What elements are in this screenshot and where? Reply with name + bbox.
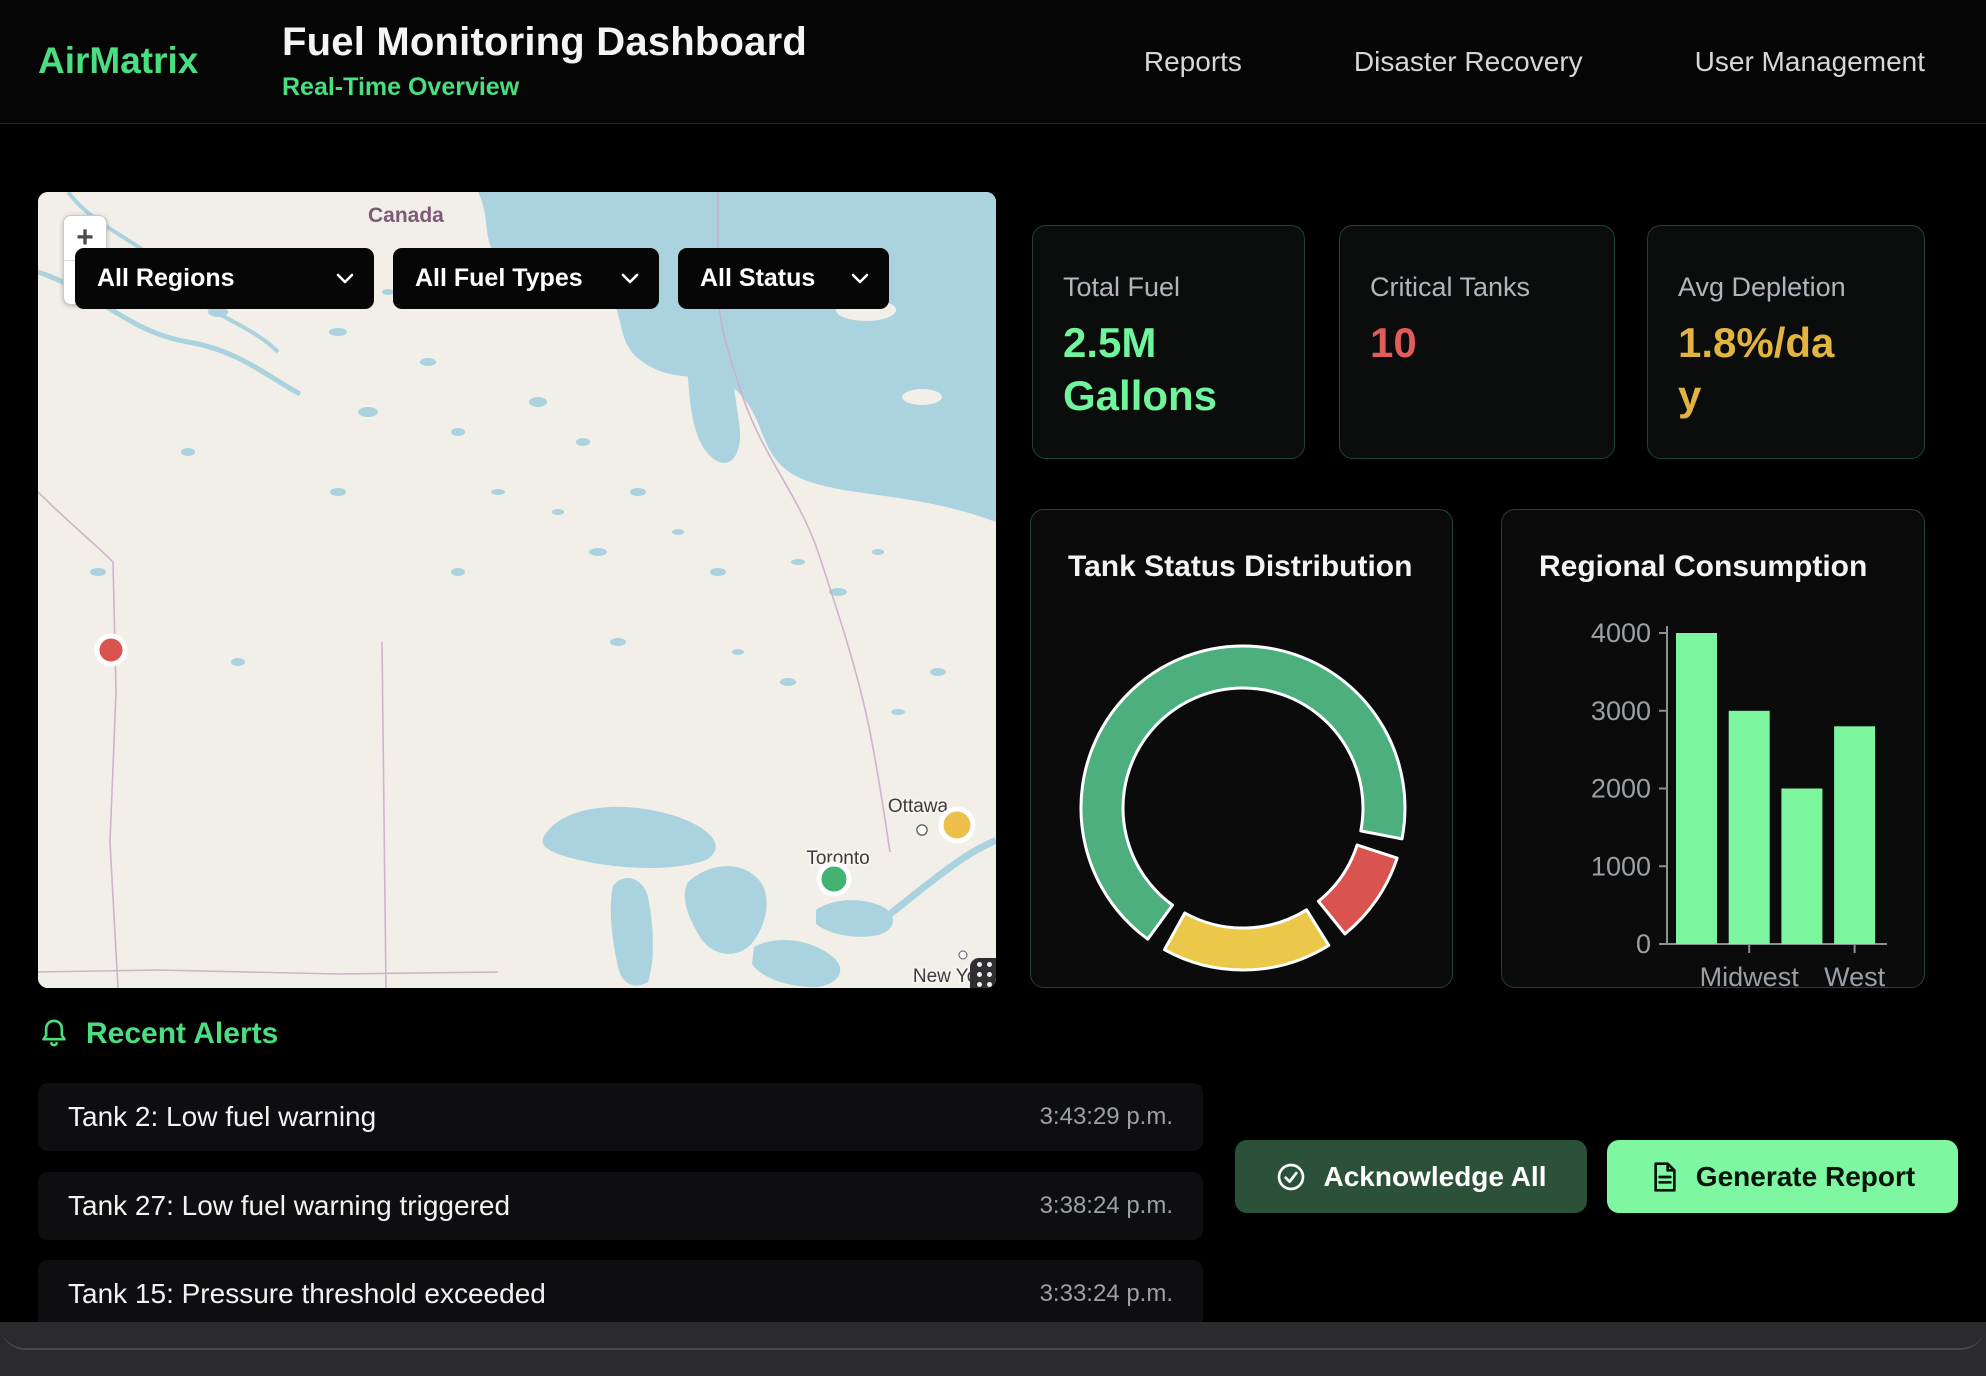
map-canvas[interactable]: Canada Ottawa Toronto New York <box>38 192 996 988</box>
map-attribution-button[interactable] <box>970 958 996 988</box>
acknowledge-all-label: Acknowledge All <box>1323 1161 1546 1193</box>
stat-label: Critical Tanks <box>1370 272 1586 303</box>
region-filter-value: All Regions <box>97 264 235 293</box>
document-icon <box>1650 1161 1680 1193</box>
status-filter-value: All Status <box>700 264 815 293</box>
app-window: AirMatrix Fuel Monitoring Dashboard Real… <box>0 0 1986 1350</box>
window-bottom-strip <box>0 1322 1986 1348</box>
region-filter-dropdown[interactable]: All Regions <box>75 248 374 309</box>
stat-value: 10 <box>1370 317 1540 370</box>
alert-actions: Acknowledge All Generate Report <box>1235 1140 1958 1213</box>
regional-consumption-bar-chart: 0 1000 2000 3000 4000 Midwest West <box>1502 510 1925 988</box>
alert-timestamp: 3:33:24 p.m. <box>1040 1280 1173 1308</box>
alert-text: Tank 27: Low fuel warning triggered <box>68 1190 510 1222</box>
brand-logo: AirMatrix <box>38 40 198 82</box>
map-town-dot <box>960 952 967 959</box>
acknowledge-all-button[interactable]: Acknowledge All <box>1235 1140 1587 1213</box>
map-marker-critical[interactable] <box>97 636 125 664</box>
page-title: Fuel Monitoring Dashboard <box>282 20 807 65</box>
bar-west <box>1834 726 1875 944</box>
alert-timestamp: 3:38:24 p.m. <box>1040 1192 1173 1220</box>
map-label-ottawa: Ottawa <box>888 796 949 817</box>
y-tick-label: 2000 <box>1591 774 1651 804</box>
generate-report-button[interactable]: Generate Report <box>1607 1140 1958 1213</box>
stat-value: 2.5M Gallons <box>1063 317 1233 422</box>
map-marker-warning[interactable] <box>941 809 973 841</box>
chevron-down-icon <box>336 273 354 284</box>
generate-report-label: Generate Report <box>1696 1161 1915 1193</box>
header: AirMatrix Fuel Monitoring Dashboard Real… <box>0 0 1986 124</box>
stat-value: 1.8%/day <box>1678 317 1848 422</box>
recent-alerts-title: Recent Alerts <box>86 1017 278 1051</box>
y-tick-label: 3000 <box>1591 696 1651 726</box>
stat-card-critical-tanks: Critical Tanks 10 <box>1339 225 1615 459</box>
x-tick-label: Midwest <box>1700 962 1800 988</box>
map-filters: All Regions All Fuel Types All Status <box>75 248 889 309</box>
chevron-down-icon <box>621 273 639 284</box>
screen: AirMatrix Fuel Monitoring Dashboard Real… <box>0 0 1986 1376</box>
page-subtitle: Real-Time Overview <box>282 73 807 102</box>
alert-text: Tank 2: Low fuel warning <box>68 1101 376 1133</box>
bar-south <box>1781 789 1822 945</box>
stat-card-avg-depletion: Avg Depletion 1.8%/day <box>1647 225 1925 459</box>
stat-label: Avg Depletion <box>1678 272 1896 303</box>
bar-chart-card: Regional Consumption 01000200030004000Mi… <box>1501 509 1925 988</box>
alert-row: Tank 27: Low fuel warning triggered 3:38… <box>38 1172 1203 1240</box>
map-marker-normal[interactable] <box>819 864 849 894</box>
stat-card-total-fuel: Total Fuel 2.5M Gallons <box>1032 225 1305 459</box>
donut-segment-critical <box>1319 845 1398 934</box>
alert-timestamp: 3:43:29 p.m. <box>1040 1103 1173 1131</box>
nav-item-reports[interactable]: Reports <box>1144 46 1242 78</box>
check-circle-icon <box>1275 1161 1307 1193</box>
bar-northeast <box>1676 633 1717 944</box>
donut-segment-warning <box>1165 910 1329 970</box>
title-block: Fuel Monitoring Dashboard Real-Time Over… <box>282 20 807 102</box>
fuel-type-filter-value: All Fuel Types <box>415 264 583 293</box>
nav-item-user-management[interactable]: User Management <box>1695 46 1925 78</box>
bell-icon <box>38 1017 70 1051</box>
alert-text: Tank 15: Pressure threshold exceeded <box>68 1278 546 1310</box>
x-tick-label: West <box>1824 962 1886 988</box>
tank-status-donut-chart <box>1031 510 1453 988</box>
donut-chart-card: Tank Status Distribution <box>1030 509 1453 988</box>
map-panel[interactable]: Canada Ottawa Toronto New York + − All <box>38 192 996 988</box>
y-tick-label: 1000 <box>1591 851 1651 881</box>
recent-alerts-section: Recent Alerts Tank 2: Low fuel warning 3… <box>38 1013 1203 1055</box>
y-tick-label: 4000 <box>1591 618 1651 648</box>
nav-item-disaster-recovery[interactable]: Disaster Recovery <box>1354 46 1583 78</box>
map-island <box>902 389 942 405</box>
chevron-down-icon <box>851 273 869 284</box>
bar-midwest <box>1729 711 1770 944</box>
status-filter-dropdown[interactable]: All Status <box>678 248 889 309</box>
alert-row: Tank 2: Low fuel warning 3:43:29 p.m. <box>38 1083 1203 1151</box>
alert-row: Tank 15: Pressure threshold exceeded 3:3… <box>38 1260 1203 1328</box>
y-tick-label: 0 <box>1636 929 1651 959</box>
stat-label: Total Fuel <box>1063 272 1276 303</box>
recent-alerts-header: Recent Alerts <box>38 1013 1203 1055</box>
map-label-canada: Canada <box>368 204 444 227</box>
map-town-dot <box>918 826 927 835</box>
fuel-type-filter-dropdown[interactable]: All Fuel Types <box>393 248 659 309</box>
main-nav: Reports Disaster Recovery User Managemen… <box>1144 0 1925 124</box>
